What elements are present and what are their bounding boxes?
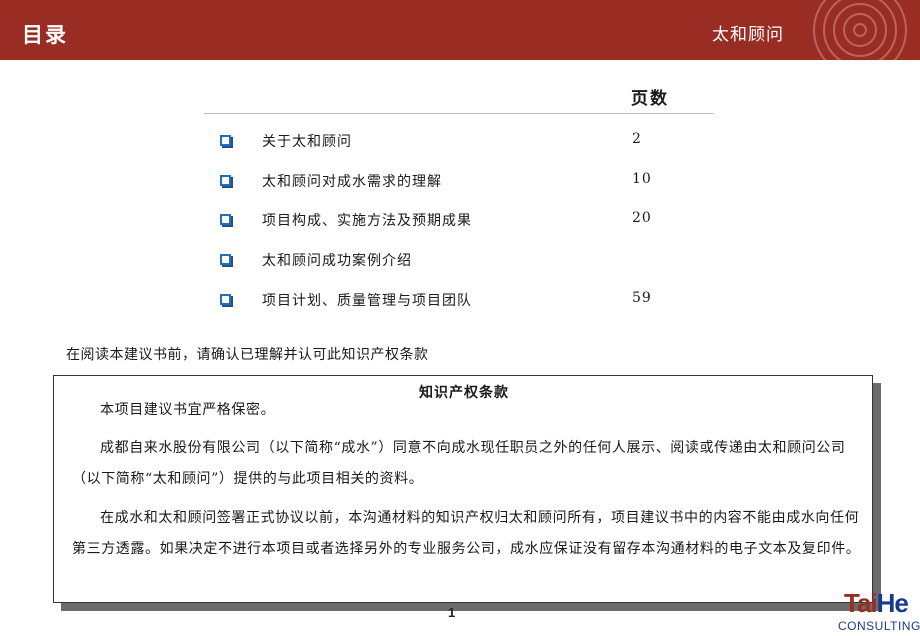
toc-item-page: 10 [632, 171, 652, 187]
company-logo: TaiHe CONSULTING [838, 588, 920, 636]
ip-terms-paragraph: 在成水和太和顾问签署正式协议以前，本沟通材料的知识产权归太和顾问所有，项目建议书… [72, 510, 861, 557]
ip-terms-box: 知识产权条款 本项目建议书宜严格保密。 成都自来水股份有限公司（以下简称“成水”… [53, 375, 873, 603]
ip-terms-paragraph: 成都自来水股份有限公司（以下简称“成水”）同意不向成水现任职员之外的任何人展示、… [72, 440, 846, 487]
toc-item: 项目构成、实施方法及预期成果 20 [0, 210, 920, 232]
page-title: 目录 [22, 23, 68, 47]
toc-item-page: 59 [632, 290, 652, 306]
divider [204, 113, 714, 114]
toc-item-page: 2 [632, 131, 642, 147]
page-number: 1 [448, 605, 456, 620]
toc-item-label: 太和顾问对成水需求的理解 [262, 174, 442, 190]
toc-item-label: 项目计划、质量管理与项目团队 [262, 293, 472, 309]
toc-item-label: 太和顾问成功案例介绍 [262, 253, 412, 269]
page-column-header: 页数 [631, 89, 669, 109]
toc-item: 关于太和顾问 2 [0, 131, 920, 153]
header-bar: 目录 太和顾问 [0, 0, 920, 60]
notice-text: 在阅读本建议书前，请确认已理解并认可此知识产权条款 [66, 347, 429, 363]
logo-wordmark: TaiHe [844, 588, 909, 619]
toc-item: 项目计划、质量管理与项目团队 59 [0, 290, 920, 312]
toc-item-page: 20 [632, 210, 652, 226]
square-bullet-icon [220, 175, 231, 186]
decorative-pattern-icon [813, 0, 907, 60]
toc-item: 太和顾问对成水需求的理解 10 [0, 171, 920, 193]
toc-item-label: 项目构成、实施方法及预期成果 [262, 213, 472, 229]
toc-item-label: 关于太和顾问 [262, 134, 352, 150]
square-bullet-icon [220, 135, 231, 146]
square-bullet-icon [220, 214, 231, 225]
square-bullet-icon [220, 254, 231, 265]
logo-text-b: He [876, 588, 909, 618]
brand-name: 太和顾问 [712, 25, 784, 45]
logo-subtitle: CONSULTING [838, 619, 920, 633]
square-bullet-icon [220, 294, 231, 305]
toc-item: 太和顾问成功案例介绍 [0, 250, 920, 272]
ip-terms-paragraph: 本项目建议书宜严格保密。 [100, 402, 276, 418]
logo-text-a: Tai [844, 588, 878, 618]
